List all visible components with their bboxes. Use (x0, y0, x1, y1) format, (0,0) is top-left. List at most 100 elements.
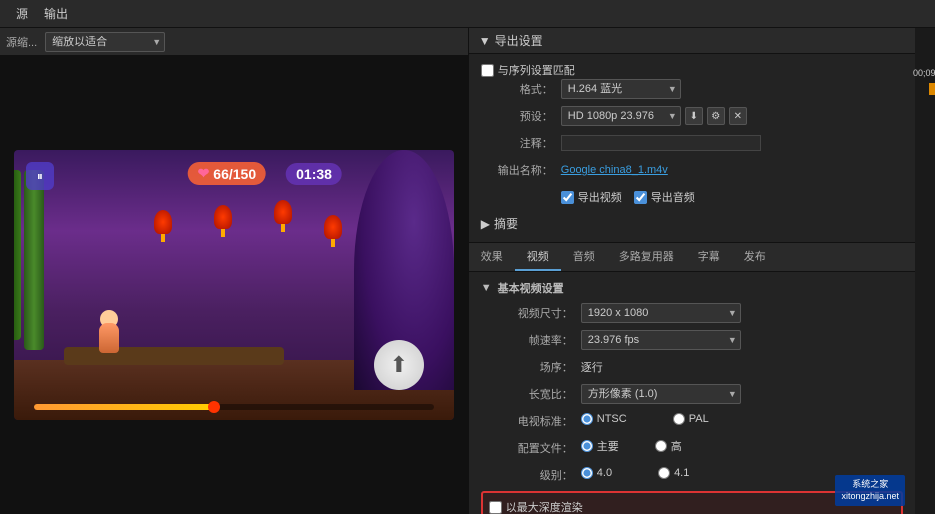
note-label: 注释： (481, 135, 561, 151)
level40-radio-item: 4.0 (581, 467, 612, 479)
pause-button[interactable]: ⏸ (26, 162, 54, 190)
tabs-row: 效果 视频 音频 多路复用器 字幕 发布 (469, 243, 915, 272)
timecode-label: 00;09;15 (913, 68, 935, 78)
tv-standard-label: 电视标准： (481, 413, 581, 429)
tv-standard-radios: NTSC PAL (581, 413, 709, 425)
pal-label: PAL (689, 413, 709, 425)
pal-radio[interactable] (673, 413, 685, 425)
tab-video[interactable]: 视频 (515, 243, 561, 271)
tab-publish[interactable]: 发布 (732, 243, 778, 271)
right-panel: ▼ 导出设置 与序列设置匹配 格式： H.264 蓝光 ▼ (468, 28, 915, 514)
export-collapse-icon: ▼ (479, 34, 491, 48)
level41-radio-item: 4.1 (658, 467, 689, 479)
summary-header[interactable]: ▶ 摘要 (481, 213, 903, 234)
output-name-row: 输出名称： Google china8_1.m4v (481, 159, 903, 181)
lantern-1 (154, 210, 172, 234)
ntsc-radio-item: NTSC (581, 413, 627, 425)
export-settings-header[interactable]: ▼ 导出设置 (469, 28, 915, 54)
max-depth-label: 以最大深度渲染 (506, 499, 583, 514)
format-dropdown[interactable]: H.264 蓝光 (561, 79, 681, 99)
note-input[interactable] (561, 135, 761, 151)
note-row: 注释： (481, 132, 903, 154)
menu-source[interactable]: 源 (8, 5, 36, 22)
frame-rate-label: 帧速率： (481, 332, 581, 348)
output-name-value[interactable]: Google china8_1.m4v (561, 164, 668, 176)
basic-video-collapse-icon: ▼ (481, 282, 492, 294)
ntsc-radio[interactable] (581, 413, 593, 425)
timeline-marker (929, 83, 935, 95)
pal-radio-item: PAL (673, 413, 709, 425)
tab-audio[interactable]: 音频 (561, 243, 607, 271)
jump-button[interactable]: ⬆ (374, 340, 424, 390)
max-depth-item: 以最大深度渲染 (489, 499, 583, 514)
level-label: 级别： (481, 467, 581, 483)
summary-label: 摘要 (494, 215, 518, 232)
settings-preset-btn[interactable]: ⚙ (707, 107, 725, 125)
export-settings-label: 导出设置 (495, 32, 543, 49)
export-video-checkbox[interactable] (561, 191, 574, 204)
video-size-dropdown[interactable]: 1920 x 1080 (581, 303, 741, 323)
tab-effects[interactable]: 效果 (469, 243, 515, 271)
match-sequence-checkbox[interactable] (481, 64, 494, 77)
ntsc-label: NTSC (597, 413, 627, 425)
menu-bar: 源 输出 (0, 0, 935, 28)
basic-video-label: 基本视频设置 (498, 280, 564, 296)
export-video-label: 导出视频 (578, 189, 622, 205)
high-radio-item: 高 (655, 438, 682, 454)
preset-dropdown-wrapper: HD 1080p 23.976 ▼ (561, 106, 681, 126)
max-depth-row: 以最大深度渲染 (489, 496, 895, 514)
frame-rate-dropdown-wrapper: 23.976 fps ▼ (581, 330, 741, 350)
source-bar: 源缩... 缩放以适合 ▼ (0, 28, 468, 56)
aspect-row: 长宽比： 方形像素 (1.0) ▼ (481, 383, 903, 405)
score-display: 66/150 01:38 (188, 162, 342, 185)
match-sequence-item: 与序列设置匹配 (481, 62, 575, 78)
zoom-dropdown-wrapper: 缩放以适合 ▼ (45, 32, 165, 52)
format-label: 格式： (481, 81, 561, 97)
export-audio-item: 导出音频 (634, 189, 695, 205)
bamboo-decoration (24, 170, 44, 350)
branding-watermark: 系统之家 xitongzhija.net (835, 475, 905, 506)
profile-label: 配置文件： (481, 440, 581, 456)
aspect-dropdown[interactable]: 方形像素 (1.0) (581, 384, 741, 404)
level-radios: 4.0 4.1 (581, 467, 690, 479)
max-depth-checkbox[interactable] (489, 501, 502, 514)
level41-value: 4.1 (674, 467, 689, 479)
video-preview: ⏸ 66/150 01:38 ⬆ (0, 56, 468, 514)
high-label: 高 (671, 438, 682, 454)
aspect-label: 长宽比： (481, 386, 581, 402)
match-sequence-row: 与序列设置匹配 (481, 62, 903, 78)
export-video-item: 导出视频 (561, 189, 622, 205)
save-preset-btn[interactable]: ⬇ (685, 107, 703, 125)
level40-value: 4.0 (597, 467, 612, 479)
profile-radios: 主要 高 (581, 438, 682, 454)
lantern-3 (274, 200, 292, 224)
video-size-dropdown-wrapper: 1920 x 1080 ▼ (581, 303, 741, 323)
preset-dropdown[interactable]: HD 1080p 23.976 (561, 106, 681, 126)
timer-badge: 01:38 (286, 163, 342, 185)
output-name-label: 输出名称： (481, 162, 561, 178)
export-audio-checkbox[interactable] (634, 191, 647, 204)
main-label: 主要 (597, 438, 619, 454)
progress-dot (208, 401, 220, 413)
field-order-label: 场序： (481, 359, 581, 375)
main-radio[interactable] (581, 440, 593, 452)
video-size-row: 视频尺寸： 1920 x 1080 ▼ (481, 302, 903, 324)
main-radio-item: 主要 (581, 438, 619, 454)
aspect-dropdown-wrapper: 方形像素 (1.0) ▼ (581, 384, 741, 404)
level41-radio[interactable] (658, 467, 670, 479)
frame-rate-row: 帧速率： 23.976 fps ▼ (481, 329, 903, 351)
export-av-row: 导出视频 导出音频 (481, 186, 903, 208)
menu-output[interactable]: 输出 (36, 5, 76, 22)
tab-captions[interactable]: 字幕 (686, 243, 732, 271)
profile-row: 配置文件： 主要 高 (481, 437, 903, 459)
frame-rate-dropdown[interactable]: 23.976 fps (581, 330, 741, 350)
lantern-2 (214, 205, 232, 229)
game-screen: ⏸ 66/150 01:38 ⬆ (14, 150, 454, 420)
high-radio[interactable] (655, 440, 667, 452)
field-order-value: 逐行 (581, 359, 603, 375)
delete-preset-btn[interactable]: ✕ (729, 107, 747, 125)
level40-radio[interactable] (581, 467, 593, 479)
preset-row: 预设： HD 1080p 23.976 ▼ ⬇ ⚙ ✕ (481, 105, 903, 127)
zoom-dropdown[interactable]: 缩放以适合 (45, 32, 165, 52)
tab-multiplexer[interactable]: 多路复用器 (607, 243, 686, 271)
